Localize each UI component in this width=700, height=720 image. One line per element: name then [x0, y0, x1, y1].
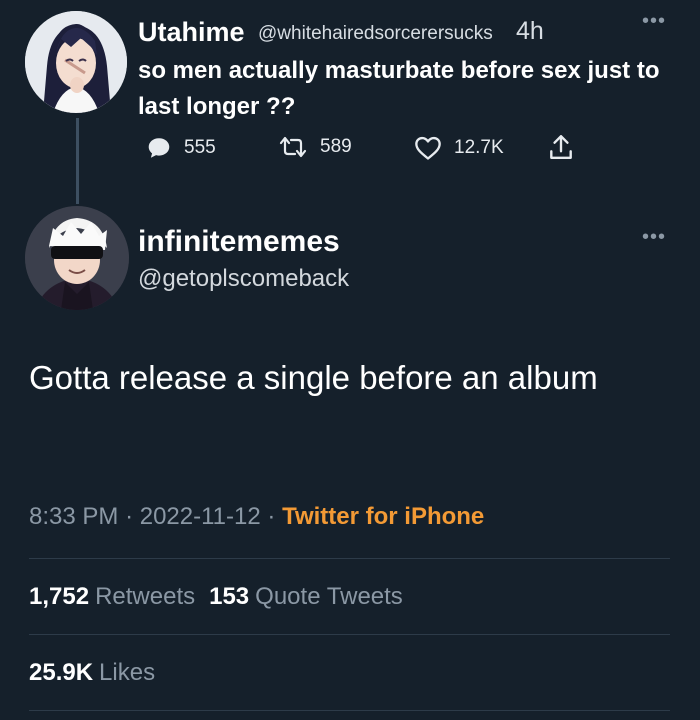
quote-tweets-label: Quote Tweets: [255, 583, 403, 610]
tweet-date[interactable]: 2022-11-12: [140, 503, 261, 530]
retweet-button[interactable]: 589: [278, 135, 352, 159]
parent-timestamp[interactable]: 4h: [516, 16, 544, 46]
like-button[interactable]: 12.7K: [414, 135, 504, 161]
retweet-stats-row: 1,752 Retweets 153 Quote Tweets: [29, 580, 417, 614]
reply-count: 555: [184, 137, 216, 158]
tweet-meta: 8:33 PM · 2022-11-12 · Twitter for iPhon…: [29, 500, 484, 534]
retweet-icon: [279, 136, 307, 158]
heart-icon: [415, 136, 441, 160]
reply-icon: [148, 138, 170, 158]
meta-separator: ·: [125, 503, 134, 530]
main-display-name[interactable]: infinitememes: [138, 224, 340, 260]
like-count: 12.7K: [454, 137, 504, 158]
avatar-illustration-icon: [25, 206, 129, 310]
retweets-link[interactable]: 1,752 Retweets: [29, 583, 209, 610]
reply-button[interactable]: 555: [146, 135, 216, 161]
quote-tweets-link[interactable]: 153 Quote Tweets: [209, 583, 417, 610]
tweet-time[interactable]: 8:33 PM: [29, 503, 118, 530]
more-dots-icon[interactable]: •••: [642, 10, 666, 33]
meta-separator: ·: [267, 503, 276, 530]
share-button[interactable]: [548, 133, 574, 161]
divider: [29, 710, 670, 711]
parent-avatar[interactable]: [25, 11, 127, 113]
parent-tweet-text: so men actually masturbate before sex ju…: [138, 57, 660, 120]
share-icon: [550, 135, 572, 159]
main-tweet-text: Gotta release a single before an album: [29, 359, 598, 396]
thread-connector-line: [76, 118, 79, 204]
parent-handle[interactable]: @whitehairedsorcerersucks: [258, 22, 493, 46]
tweet-source-link[interactable]: Twitter for iPhone: [282, 503, 484, 530]
likes-label: Likes: [99, 659, 156, 686]
retweets-count: 1,752: [29, 583, 90, 610]
main-handle[interactable]: @getoplscomeback: [138, 264, 349, 294]
likes-stats-row[interactable]: 25.9K Likes: [29, 656, 169, 690]
avatar-illustration-icon: [25, 11, 127, 113]
divider: [29, 558, 670, 559]
main-avatar[interactable]: [25, 206, 129, 310]
more-dots-icon[interactable]: •••: [642, 226, 666, 249]
quote-tweets-count: 153: [209, 583, 250, 610]
likes-count: 25.9K: [29, 659, 94, 686]
divider: [29, 634, 670, 635]
parent-display-name[interactable]: Utahime: [138, 16, 245, 48]
retweet-count: 589: [320, 136, 352, 157]
retweets-label: Retweets: [95, 583, 196, 610]
